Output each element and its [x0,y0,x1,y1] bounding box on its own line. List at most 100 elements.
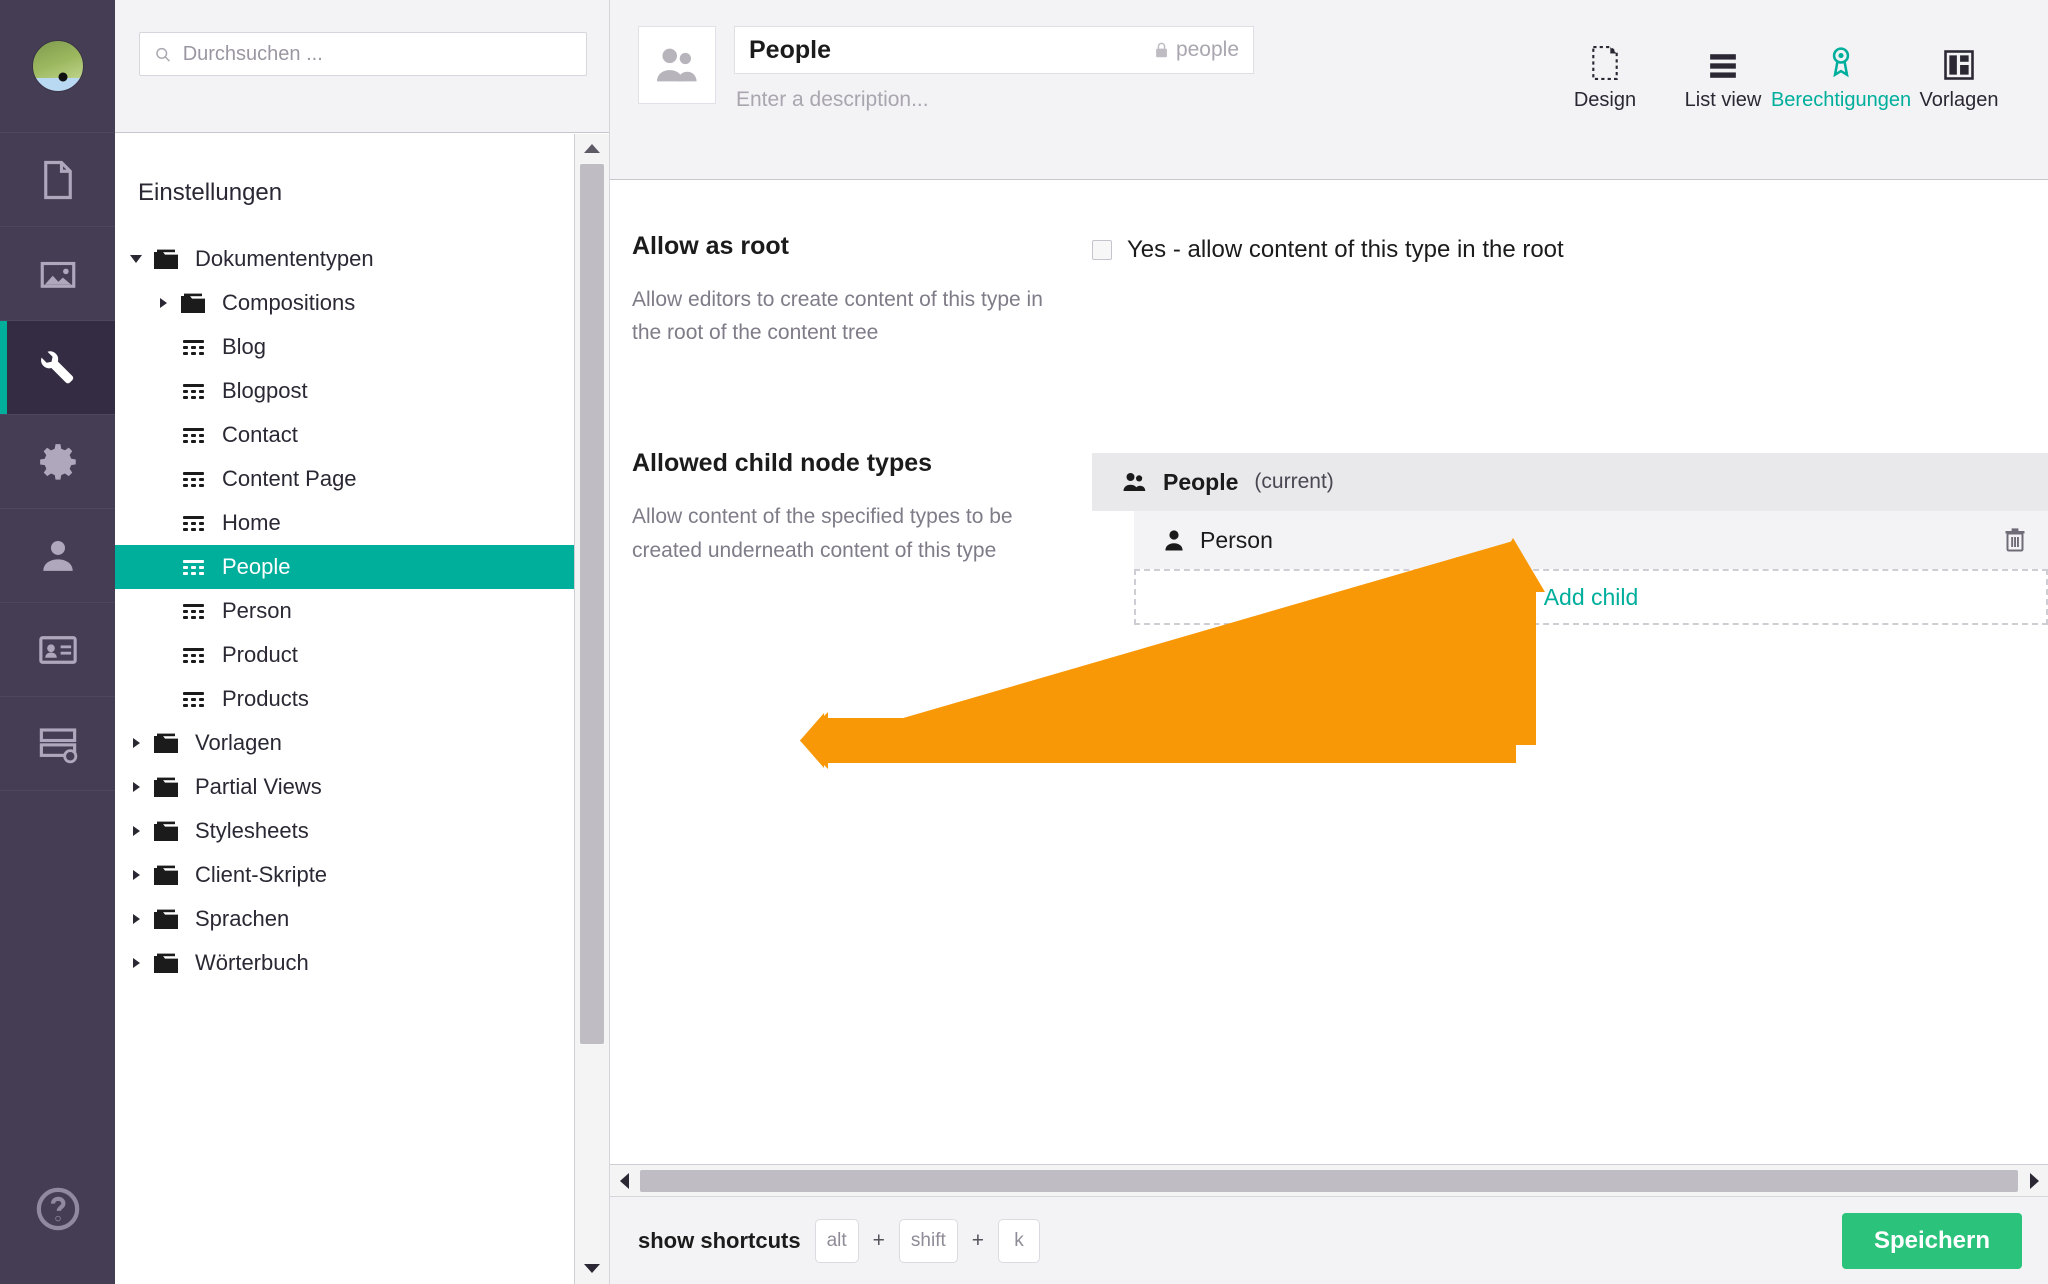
tab-design[interactable]: Design [1546,26,1664,112]
tab-berechtigungen[interactable]: Berechtigungen [1771,26,1911,112]
tree-item-content-page[interactable]: Content Page [115,457,609,501]
tree-item-w-rterbuch[interactable]: Wörterbuch [115,941,609,985]
caret-placeholder [150,369,176,413]
sidebar-item-forms[interactable] [0,697,115,791]
shortcut-key-shift[interactable]: shift [898,1218,958,1263]
folder-icon [149,776,183,798]
sidebar-item-settings[interactable] [0,321,115,415]
doctype-icon [182,339,204,355]
doctype-icon-wrap [176,427,210,443]
tree-item-contact[interactable]: Contact [115,413,609,457]
scroll-up-button[interactable] [575,134,609,162]
tree-item-home[interactable]: Home [115,501,609,545]
current-node-suffix: (current) [1254,470,1334,494]
tree-item-label: Sprachen [195,906,290,931]
caret-placeholder [150,457,176,501]
tab-label: Design [1573,89,1637,111]
sidebar-item-packages[interactable] [0,415,115,509]
tree-item-sprachen[interactable]: Sprachen [115,897,609,941]
tree-item-client-skripte[interactable]: Client-Skripte [115,853,609,897]
scroll-down-button[interactable] [575,1254,609,1282]
doctype-icon-wrap [176,471,210,487]
save-button[interactable]: Speichern [1841,1212,2022,1269]
description-input[interactable]: Enter a description... [734,88,1254,112]
tree-item-compositions[interactable]: Compositions [115,281,609,325]
tree-item-stylesheets[interactable]: Stylesheets [115,809,609,853]
tab-list-view[interactable]: List view [1664,26,1782,112]
tree-vertical-scrollbar[interactable] [574,134,609,1284]
folder-icon [149,952,183,974]
tree-item-product[interactable]: Product [115,633,609,677]
chevron-right-icon[interactable] [123,897,149,941]
permissions-icon [1827,36,1855,80]
search-box[interactable] [139,32,587,76]
help-button[interactable] [0,1134,115,1284]
delete-child-button[interactable] [2004,528,2026,552]
umbraco-backoffice: Einstellungen Dokumententypen Composition… [0,0,2048,1284]
search-input[interactable] [182,42,572,66]
property-allow-as-root: Allow as root Allow editors to create co… [610,232,2048,349]
chevron-right-icon[interactable] [123,765,149,809]
scroll-right-button[interactable] [2020,1172,2048,1189]
page-title: People [749,35,831,64]
doctype-icon-wrap [176,339,210,355]
chevron-right-icon[interactable] [123,721,149,765]
chevron-right-icon[interactable] [150,281,176,325]
doctype-icon [182,515,204,531]
caret-placeholder [150,633,176,677]
caret-placeholder [150,677,176,721]
scroll-left-button[interactable] [610,1172,638,1189]
chevron-down-icon[interactable] [123,237,149,281]
property-description: Allow editors to create content of this … [632,288,1043,345]
doctype-icon [182,691,204,707]
tree-item-label: Stylesheets [195,818,309,843]
sidebar-item-users[interactable] [0,509,115,603]
tree-item-vorlagen[interactable]: Vorlagen [115,721,609,765]
tree-item-dokumententypen[interactable]: Dokumententypen [115,237,609,281]
image-icon [40,261,75,288]
hscrollbar-thumb[interactable] [640,1169,2018,1192]
folder-icon [149,732,183,754]
tab-vorlagen[interactable]: Vorlagen [1900,26,2018,112]
tree-item-people[interactable]: People [115,545,609,589]
tree-scroll-area: Einstellungen Dokumententypen Composition… [115,133,609,1284]
doctype-icon-button[interactable] [638,26,716,104]
tree-item-products[interactable]: Products [115,677,609,721]
shortcut-separator: + [971,1228,985,1252]
add-child-button[interactable]: Add child [1134,569,2048,626]
doctype-icon-wrap [176,647,210,663]
sidebar-item-members[interactable] [0,603,115,697]
chevron-right-icon[interactable] [123,853,149,897]
tree-item-label: Dokumententypen [195,246,374,271]
chevron-right-icon[interactable] [123,809,149,853]
sidebar-item-media[interactable] [0,227,115,321]
tree-item-label: Wörterbuch [195,950,309,975]
tree-item-person[interactable]: Person [115,589,609,633]
shortcut-key-alt[interactable]: alt [814,1218,859,1263]
doctype-icon-wrap [176,603,210,619]
editor-horizontal-scrollbar[interactable] [610,1164,2048,1196]
allow-root-checkbox[interactable] [1092,240,1112,260]
property-label-group: Allow as root Allow editors to create co… [632,232,1092,349]
tree-item-partial-views[interactable]: Partial Views [115,765,609,809]
avatar-button[interactable] [0,0,115,133]
allow-root-checkbox-row[interactable]: Yes - allow content of this type in the … [1092,232,2048,264]
shortcut-key-k[interactable]: k [998,1218,1041,1263]
tree-item-label: Person [222,598,292,623]
chevron-right-icon[interactable] [123,941,149,985]
scrollbar-thumb[interactable] [580,164,604,1044]
tab-label: List view [1684,89,1762,111]
forms-icon [39,727,77,763]
gear-icon [39,443,76,480]
property-label-group: Allowed child node types Allow content o… [632,449,1092,625]
editor-tabs: Design List view Berechtigungen Vorlagen [1546,26,2030,112]
doctype-icon [182,603,204,619]
child-node-row[interactable]: Person [1134,511,2048,570]
property-description: Allow content of the specified types to … [632,505,1013,562]
shortcut-separator: + [872,1228,885,1252]
tree-item-blogpost[interactable]: Blogpost [115,369,609,413]
doctype-name-field[interactable]: People people [734,26,1254,74]
tree-item-blog[interactable]: Blog [115,325,609,369]
sidebar-item-content[interactable] [0,133,115,227]
editor-header: People people Enter a description... Des… [610,0,2048,180]
